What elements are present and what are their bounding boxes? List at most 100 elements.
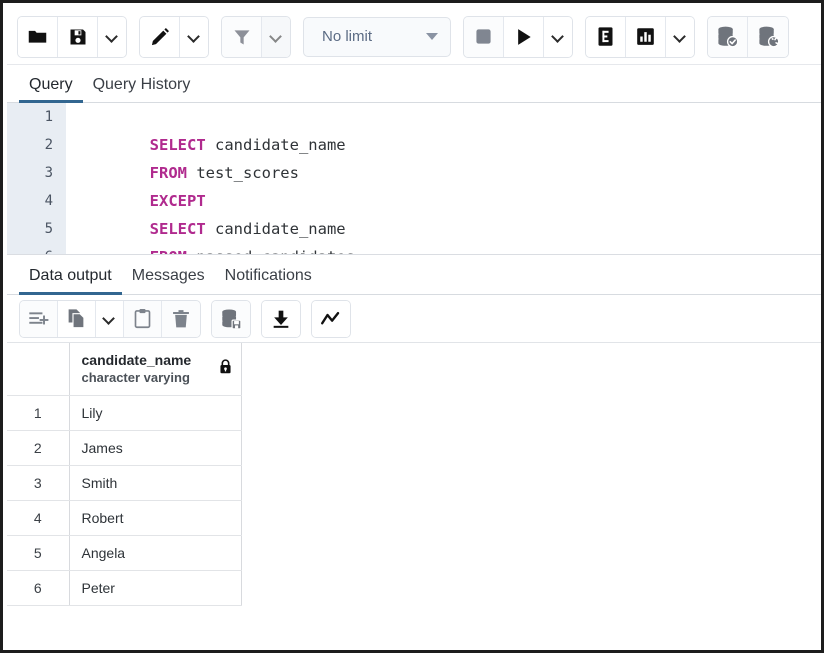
chevron-down-icon — [107, 31, 118, 42]
editor-code-area[interactable]: SELECT candidate_name FROM test_scores E… — [65, 103, 821, 254]
copy-button[interactable] — [58, 300, 96, 337]
tab-notifications[interactable]: Notifications — [215, 267, 322, 294]
file-button-group — [17, 15, 127, 58]
row-header-corner[interactable] — [7, 343, 70, 396]
tab-query-label: Query — [29, 76, 73, 93]
graph-button-group — [311, 299, 351, 338]
stop-square-icon — [476, 29, 491, 44]
output-toolbar — [7, 295, 821, 343]
explain-button[interactable] — [586, 16, 626, 57]
line-number: 3 — [44, 165, 53, 181]
column-type: character varying — [81, 370, 190, 386]
chevron-down-icon — [271, 31, 282, 42]
tab-query[interactable]: Query — [19, 76, 83, 103]
sql-keyword: FROM — [150, 248, 187, 254]
execute-button-group — [463, 15, 573, 58]
table-row[interactable]: 2 James — [7, 430, 242, 466]
explain-analyze-button[interactable] — [626, 16, 666, 57]
add-row-icon — [29, 312, 49, 325]
row-edit-button-group — [19, 299, 201, 338]
sql-identifier: test_scores — [186, 164, 299, 182]
table-row[interactable]: 1 Lily — [7, 395, 242, 431]
column-header-candidate-name[interactable]: candidate_name character varying — [69, 343, 242, 396]
filter-button-group — [221, 15, 291, 58]
add-row-button[interactable] — [20, 300, 58, 337]
code-line: SELECT candidate_name — [75, 103, 821, 154]
stop-button[interactable] — [464, 16, 504, 57]
sql-editor[interactable]: 1 2 3 4 5 6 SELECT candidate_name FROM t… — [7, 103, 821, 255]
execute-button[interactable] — [504, 16, 544, 57]
save-data-changes-button[interactable] — [212, 300, 250, 337]
sql-identifier: passed_candidates — [187, 248, 355, 254]
open-file-button[interactable] — [18, 16, 58, 57]
chevron-down-icon — [189, 31, 200, 42]
edit-dropdown[interactable] — [180, 16, 208, 57]
cell-candidate-name[interactable]: Peter — [69, 570, 242, 606]
row-number[interactable]: 3 — [7, 465, 70, 501]
folder-icon — [28, 30, 47, 43]
row-number[interactable]: 6 — [7, 570, 70, 606]
sql-punctuation: ; — [355, 248, 364, 254]
line-number: 1 — [44, 109, 53, 125]
table-header-row: candidate_name character varying — [7, 343, 242, 396]
chevron-down-icon — [553, 31, 564, 42]
save-file-button[interactable] — [58, 16, 98, 57]
edit-button[interactable] — [140, 16, 180, 57]
results-table-body: 1 Lily 2 James 3 Smith 4 Robert 5 Angela… — [7, 395, 242, 606]
pgadmin-query-tool: No limit Query Query History 1 2 3 4 5 S… — [6, 6, 821, 650]
cell-candidate-name[interactable]: Angela — [69, 535, 242, 571]
tab-notifications-label: Notifications — [224, 267, 312, 284]
row-number[interactable]: 5 — [7, 535, 70, 571]
tab-messages-label: Messages — [131, 267, 205, 284]
tab-query-history[interactable]: Query History — [83, 76, 201, 102]
row-number[interactable]: 2 — [7, 430, 70, 466]
line-number: 2 — [44, 137, 53, 153]
download-button[interactable] — [262, 300, 300, 337]
pencil-icon — [151, 27, 169, 45]
table-row[interactable]: 6 Peter — [7, 570, 242, 606]
table-row[interactable]: 4 Robert — [7, 500, 242, 536]
row-number[interactable]: 1 — [7, 395, 70, 431]
cell-candidate-name[interactable]: Smith — [69, 465, 242, 501]
filter-dropdown[interactable] — [262, 16, 290, 57]
download-button-group — [261, 299, 301, 338]
download-icon — [273, 310, 289, 328]
copy-icon — [68, 309, 85, 329]
tab-messages[interactable]: Messages — [122, 267, 215, 294]
cell-candidate-name[interactable]: Robert — [69, 500, 242, 536]
line-number: 6 — [7, 243, 65, 254]
table-row[interactable]: 3 Smith — [7, 465, 242, 501]
delete-row-button[interactable] — [162, 300, 200, 337]
row-number[interactable]: 4 — [7, 500, 70, 536]
sql-keyword: SELECT — [149, 220, 206, 238]
graph-visualiser-button[interactable] — [312, 300, 350, 337]
results-table: candidate_name character varying 1 Lily … — [7, 343, 242, 606]
results-table-head: candidate_name character varying — [7, 343, 242, 396]
sql-keyword: SELECT — [149, 136, 206, 154]
cell-candidate-name[interactable]: James — [69, 430, 242, 466]
line-number: 4 — [44, 193, 53, 209]
explain-button-group — [585, 15, 695, 58]
tab-query-history-label: Query History — [92, 76, 191, 93]
cell-candidate-name[interactable]: Lily — [69, 395, 242, 431]
row-limit-select[interactable]: No limit — [303, 16, 451, 57]
row-limit-value: No limit — [322, 28, 373, 45]
save-file-dropdown[interactable] — [98, 16, 126, 57]
sql-keyword: EXCEPT — [149, 192, 206, 210]
copy-dropdown[interactable] — [96, 300, 124, 337]
tab-data-output[interactable]: Data output — [19, 267, 122, 295]
data-output-grid[interactable]: candidate_name character varying 1 Lily … — [7, 343, 821, 640]
sql-keyword: FROM — [149, 164, 187, 182]
line-number: 5 — [44, 221, 53, 237]
filter-button[interactable] — [222, 16, 262, 57]
chevron-down-icon — [426, 33, 438, 40]
explain-dropdown[interactable] — [666, 16, 694, 57]
paste-button[interactable] — [124, 300, 162, 337]
database-check-icon — [718, 26, 739, 48]
rollback-button[interactable] — [748, 16, 788, 57]
table-row[interactable]: 5 Angela — [7, 535, 242, 571]
query-toolbar: No limit — [7, 7, 821, 65]
commit-button[interactable] — [708, 16, 748, 57]
execute-dropdown[interactable] — [544, 16, 572, 57]
lock-icon — [219, 359, 232, 379]
